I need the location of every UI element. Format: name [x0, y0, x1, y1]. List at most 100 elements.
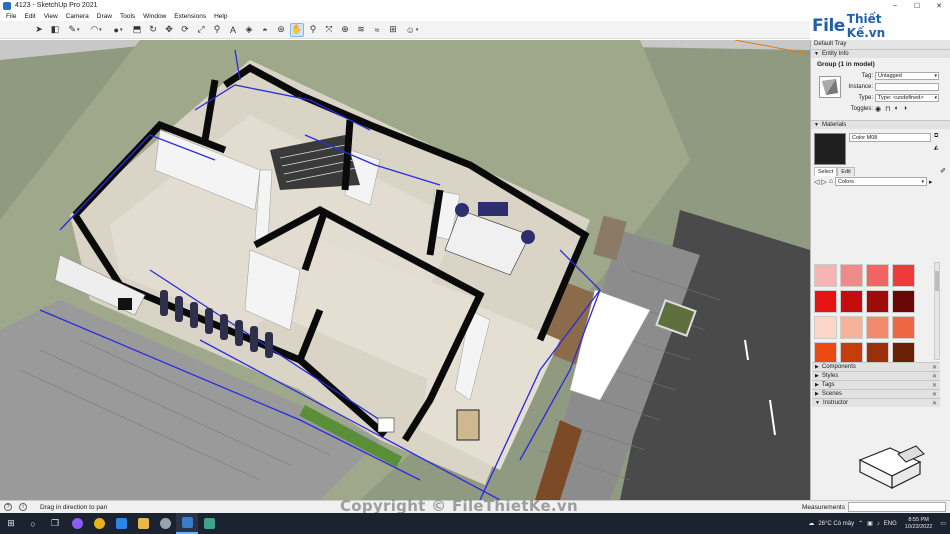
- notifications-icon[interactable]: ▭: [940, 520, 946, 527]
- chrome-icon[interactable]: [88, 513, 110, 534]
- scale-icon[interactable]: ⤢: [194, 23, 208, 37]
- close-icon[interactable]: ✕: [932, 364, 937, 371]
- volume-icon[interactable]: ♪: [877, 521, 880, 527]
- instance-input[interactable]: [875, 82, 939, 91]
- language-indicator[interactable]: ENG: [884, 521, 897, 527]
- menu-camera[interactable]: Camera: [62, 13, 93, 20]
- minimize-button[interactable]: –: [884, 0, 906, 11]
- steam-icon[interactable]: [154, 513, 176, 534]
- eyedropper-icon[interactable]: ✐: [940, 167, 946, 176]
- material-swatch[interactable]: [840, 264, 863, 287]
- credits-icon[interactable]: i: [19, 503, 27, 511]
- swatch-scrollbar[interactable]: [934, 262, 940, 360]
- layout-send-icon[interactable]: ≈: [370, 23, 384, 37]
- weather-icon[interactable]: ☁: [808, 520, 814, 527]
- material-swatch[interactable]: [814, 264, 837, 287]
- follow-me-icon[interactable]: ↻: [146, 23, 160, 37]
- tab-select[interactable]: Select: [814, 167, 838, 176]
- instructor-header[interactable]: ▼ Instructor ✕: [812, 398, 940, 407]
- components-header[interactable]: ▶ Components ✕: [812, 362, 940, 371]
- zalo-icon[interactable]: [110, 513, 132, 534]
- close-icon[interactable]: ✕: [932, 373, 937, 380]
- receive-shadow-toggle-icon[interactable]: ◐: [895, 105, 899, 113]
- menu-help[interactable]: Help: [210, 13, 231, 20]
- menu-window[interactable]: Window: [139, 13, 170, 20]
- zoom-extents-icon[interactable]: ⤧: [322, 23, 336, 37]
- forward-icon[interactable]: ▷: [821, 178, 826, 186]
- details-icon[interactable]: ▸: [929, 178, 933, 186]
- orbit-icon[interactable]: ⊛: [274, 23, 288, 37]
- extension-warehouse-icon[interactable]: ≋: [354, 23, 368, 37]
- menu-file[interactable]: File: [2, 13, 20, 20]
- section-plane-icon[interactable]: ◈: [242, 23, 256, 37]
- model-viewport[interactable]: [0, 40, 810, 500]
- material-swatch[interactable]: [866, 342, 889, 362]
- material-swatch[interactable]: [866, 264, 889, 287]
- scroll-thumb[interactable]: [935, 271, 939, 291]
- messenger-icon[interactable]: [66, 513, 88, 534]
- paint-bucket-icon[interactable]: ◓: [258, 23, 272, 37]
- material-name-input[interactable]: Color M08: [849, 133, 931, 142]
- close-icon[interactable]: ✕: [932, 382, 937, 389]
- task-view-icon[interactable]: ❐: [44, 513, 66, 534]
- layout-app-icon[interactable]: [198, 513, 220, 534]
- close-icon[interactable]: ✕: [932, 391, 937, 398]
- measurements-input[interactable]: [848, 502, 946, 512]
- lock-toggle-icon[interactable]: ⊓: [885, 105, 890, 113]
- close-button[interactable]: ✕: [928, 0, 950, 11]
- cast-shadow-toggle-icon[interactable]: ◑: [903, 105, 907, 113]
- styles-header[interactable]: ▶ Styles ✕: [812, 371, 940, 380]
- scenes-header[interactable]: ▶ Scenes ✕: [812, 389, 940, 398]
- default-material-icon[interactable]: ◭: [934, 144, 939, 151]
- menu-extensions[interactable]: Extensions: [170, 13, 210, 20]
- rotate-icon[interactable]: ⟳: [178, 23, 192, 37]
- tray-overflow-icon[interactable]: ⌃: [858, 520, 863, 527]
- menu-view[interactable]: View: [40, 13, 62, 20]
- zoom-icon[interactable]: ⚲: [306, 23, 320, 37]
- text-icon[interactable]: A: [226, 23, 240, 37]
- clock[interactable]: 8:55 PM 10/23/2022: [905, 517, 933, 531]
- tab-edit[interactable]: Edit: [837, 167, 855, 176]
- create-material-icon[interactable]: ⧉: [934, 133, 939, 140]
- pan-hand-icon[interactable]: ✋: [290, 22, 304, 37]
- arc-icon[interactable]: ◠ ▾: [86, 23, 106, 37]
- tape-measure-icon[interactable]: ⚲: [210, 23, 224, 37]
- weather-text[interactable]: 26°C Có mây: [818, 521, 854, 527]
- current-material-swatch[interactable]: [814, 133, 846, 165]
- materials-header[interactable]: ▼ Materials: [811, 120, 950, 129]
- tags-header[interactable]: ▶ Tags ✕: [812, 380, 940, 389]
- material-swatch[interactable]: [814, 316, 837, 339]
- menu-draw[interactable]: Draw: [93, 13, 116, 20]
- library-dropdown[interactable]: Colors ▾: [835, 177, 928, 186]
- material-swatch[interactable]: [814, 290, 837, 313]
- material-swatch[interactable]: [892, 316, 915, 339]
- push-pull-icon[interactable]: ⬒: [130, 23, 144, 37]
- close-icon[interactable]: ✕: [932, 400, 937, 407]
- network-icon[interactable]: ▣: [867, 520, 873, 527]
- sketchup-taskbar-icon[interactable]: [176, 513, 198, 534]
- tag-dropdown[interactable]: Untagged ▾: [875, 71, 939, 80]
- pencil-line-icon[interactable]: ✎ ▾: [64, 23, 84, 37]
- eraser-icon[interactable]: ◧: [48, 23, 62, 37]
- type-dropdown[interactable]: Type: <undefined> ▾: [875, 93, 939, 102]
- material-swatch[interactable]: [866, 290, 889, 313]
- material-swatch[interactable]: [840, 342, 863, 362]
- windows-start-icon[interactable]: ⊞: [0, 513, 22, 534]
- visibility-toggle-icon[interactable]: ◉: [875, 105, 881, 113]
- material-swatch[interactable]: [892, 264, 915, 287]
- ext-manager-icon[interactable]: ⊞: [386, 23, 400, 37]
- select-arrow-icon[interactable]: ➤: [32, 23, 46, 37]
- material-swatch[interactable]: [892, 290, 915, 313]
- material-swatch[interactable]: [840, 316, 863, 339]
- shape-icon[interactable]: ● ▾: [108, 23, 128, 37]
- search-icon[interactable]: ○: [22, 513, 44, 534]
- home-icon[interactable]: ⌂: [829, 178, 833, 185]
- warehouse-icon[interactable]: ⊕: [338, 23, 352, 37]
- file-explorer-icon[interactable]: [132, 513, 154, 534]
- info-icon[interactable]: ?: [4, 503, 12, 511]
- maximize-button[interactable]: ☐: [906, 0, 928, 11]
- menu-tools[interactable]: Tools: [116, 13, 139, 20]
- menu-edit[interactable]: Edit: [20, 13, 39, 20]
- account-icon[interactable]: ☺ ▾: [402, 23, 422, 37]
- material-swatch[interactable]: [840, 290, 863, 313]
